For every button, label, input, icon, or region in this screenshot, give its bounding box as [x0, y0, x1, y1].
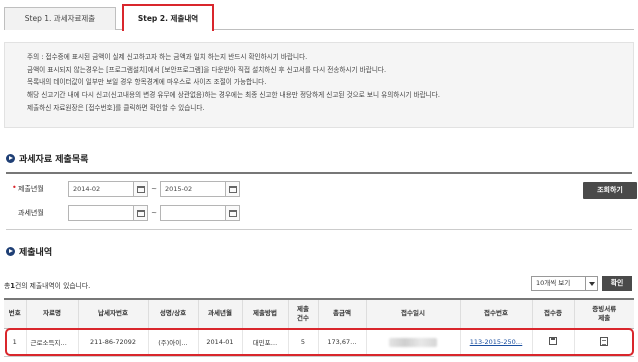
calendar-icon[interactable] — [134, 181, 148, 197]
tab-step1[interactable]: Step 1. 과세자료제출 — [4, 7, 116, 30]
section-title: 제출내역 — [19, 248, 53, 258]
col-header: 과세년월 — [197, 298, 242, 329]
search-form: • 제출년월 2014-02 ~ 2015-02 과세년월 ~ 조회하기 — [6, 172, 637, 230]
result-summary: 총1건의 제출내역이 있습니다. — [4, 282, 91, 290]
cell-evidence — [573, 328, 634, 357]
arrow-bullet-icon — [6, 247, 15, 256]
col-header: 성명/상호 — [147, 298, 198, 329]
notice-line: 제출하신 자료원장은 [접수번호]를 클릭하면 확인할 수 있습니다. — [27, 103, 205, 112]
section-title: 과세자료 제출목록 — [19, 155, 89, 165]
cell-name: 근로소득지… — [25, 328, 78, 357]
page-size-select[interactable]: 10개씩 보기 — [531, 276, 598, 291]
col-header: 자료명 — [25, 298, 78, 329]
col-header: 접수증 — [531, 298, 574, 329]
cell-method: 대민포… — [241, 328, 288, 357]
receipt-number-link[interactable]: 113-2015-250… — [470, 338, 523, 346]
tax-month-label: 과세년월 — [18, 209, 44, 217]
arrow-bullet-icon — [6, 154, 15, 163]
blurred-value — [389, 337, 437, 347]
notice-line: 해당 신고기간 내에 다시 신고(신고내용의 변경 유무에 상관없음)하는 경우… — [27, 91, 440, 100]
col-header: 총금액 — [317, 298, 366, 329]
submit-month-label: • 제출년월 — [12, 183, 44, 193]
cell-receipt — [531, 328, 574, 357]
submission-list-heading: 과세자료 제출목록 — [6, 152, 88, 165]
table-row: 1 근로소득지… 211-86-72092 (주)아이… 2014-01 대민포… — [4, 328, 634, 357]
col-header: 번호 — [4, 298, 26, 329]
cell-receipt-no: 113-2015-250… — [459, 328, 532, 357]
col-header: 접수번호 — [459, 298, 532, 329]
cell-no: 1 — [4, 328, 26, 357]
cell-company: (주)아이… — [147, 328, 198, 357]
col-header: 제출방법 — [241, 298, 288, 329]
tax-from-input[interactable] — [68, 205, 134, 221]
submit-to-input[interactable]: 2015-02 — [160, 181, 226, 197]
notice-line: 목록내의 데이터값이 일부만 보일 경우 항목경계에 마우스로 사이즈 조절이 … — [27, 78, 267, 87]
col-header: 납세자번호 — [77, 298, 148, 329]
col-header: 접수일시 — [365, 298, 460, 329]
range-tilde: ~ — [151, 209, 157, 217]
search-row-tax: 과세년월 ~ — [6, 202, 632, 224]
notice-line: 금액이 표시되지 않는경우는 [프로그램설치]에서 [보안프로그램]을 다운받아… — [27, 65, 387, 74]
cell-total: 173,67… — [317, 328, 366, 357]
notice-line: 주의 : 접수증에 표시된 금액이 실제 신고하고자 하는 금액과 일치 하는지… — [27, 53, 308, 61]
query-button[interactable]: 조회하기 — [583, 182, 637, 199]
results-heading: 제출내역 — [6, 245, 52, 258]
search-row-submit: • 제출년월 2014-02 ~ 2015-02 — [6, 178, 632, 200]
cell-taxpayer-no: 211-86-72092 — [77, 328, 148, 357]
step-tabs: Step 1. 과세자료제출 Step 2. 제출내역 — [4, 4, 634, 31]
cell-tax-month: 2014-01 — [197, 328, 242, 357]
chevron-down-icon — [585, 277, 597, 290]
tab-step2[interactable]: Step 2. 제출내역 — [122, 4, 214, 31]
notice-box: 주의 : 접수증에 표시된 금액이 실제 신고하고자 하는 금액과 일치 하는지… — [4, 42, 634, 128]
col-header: 제출 건수 — [287, 298, 318, 329]
calendar-icon[interactable] — [226, 205, 240, 221]
confirm-button[interactable]: 확인 — [602, 276, 632, 291]
calendar-icon[interactable] — [134, 205, 148, 221]
cell-receipt-date — [365, 328, 460, 357]
cell-count: 5 — [287, 328, 318, 357]
range-tilde: ~ — [151, 185, 157, 193]
col-header: 증빙서류 제출 — [573, 298, 634, 329]
submit-from-input[interactable]: 2014-02 — [68, 181, 134, 197]
tax-to-input[interactable] — [160, 205, 226, 221]
results-table: 번호 자료명 납세자번호 성명/상호 과세년월 제출방법 제출 건수 총금액 접… — [4, 298, 634, 357]
document-icon[interactable] — [600, 336, 609, 346]
save-icon[interactable] — [549, 337, 557, 345]
calendar-icon[interactable] — [226, 181, 240, 197]
